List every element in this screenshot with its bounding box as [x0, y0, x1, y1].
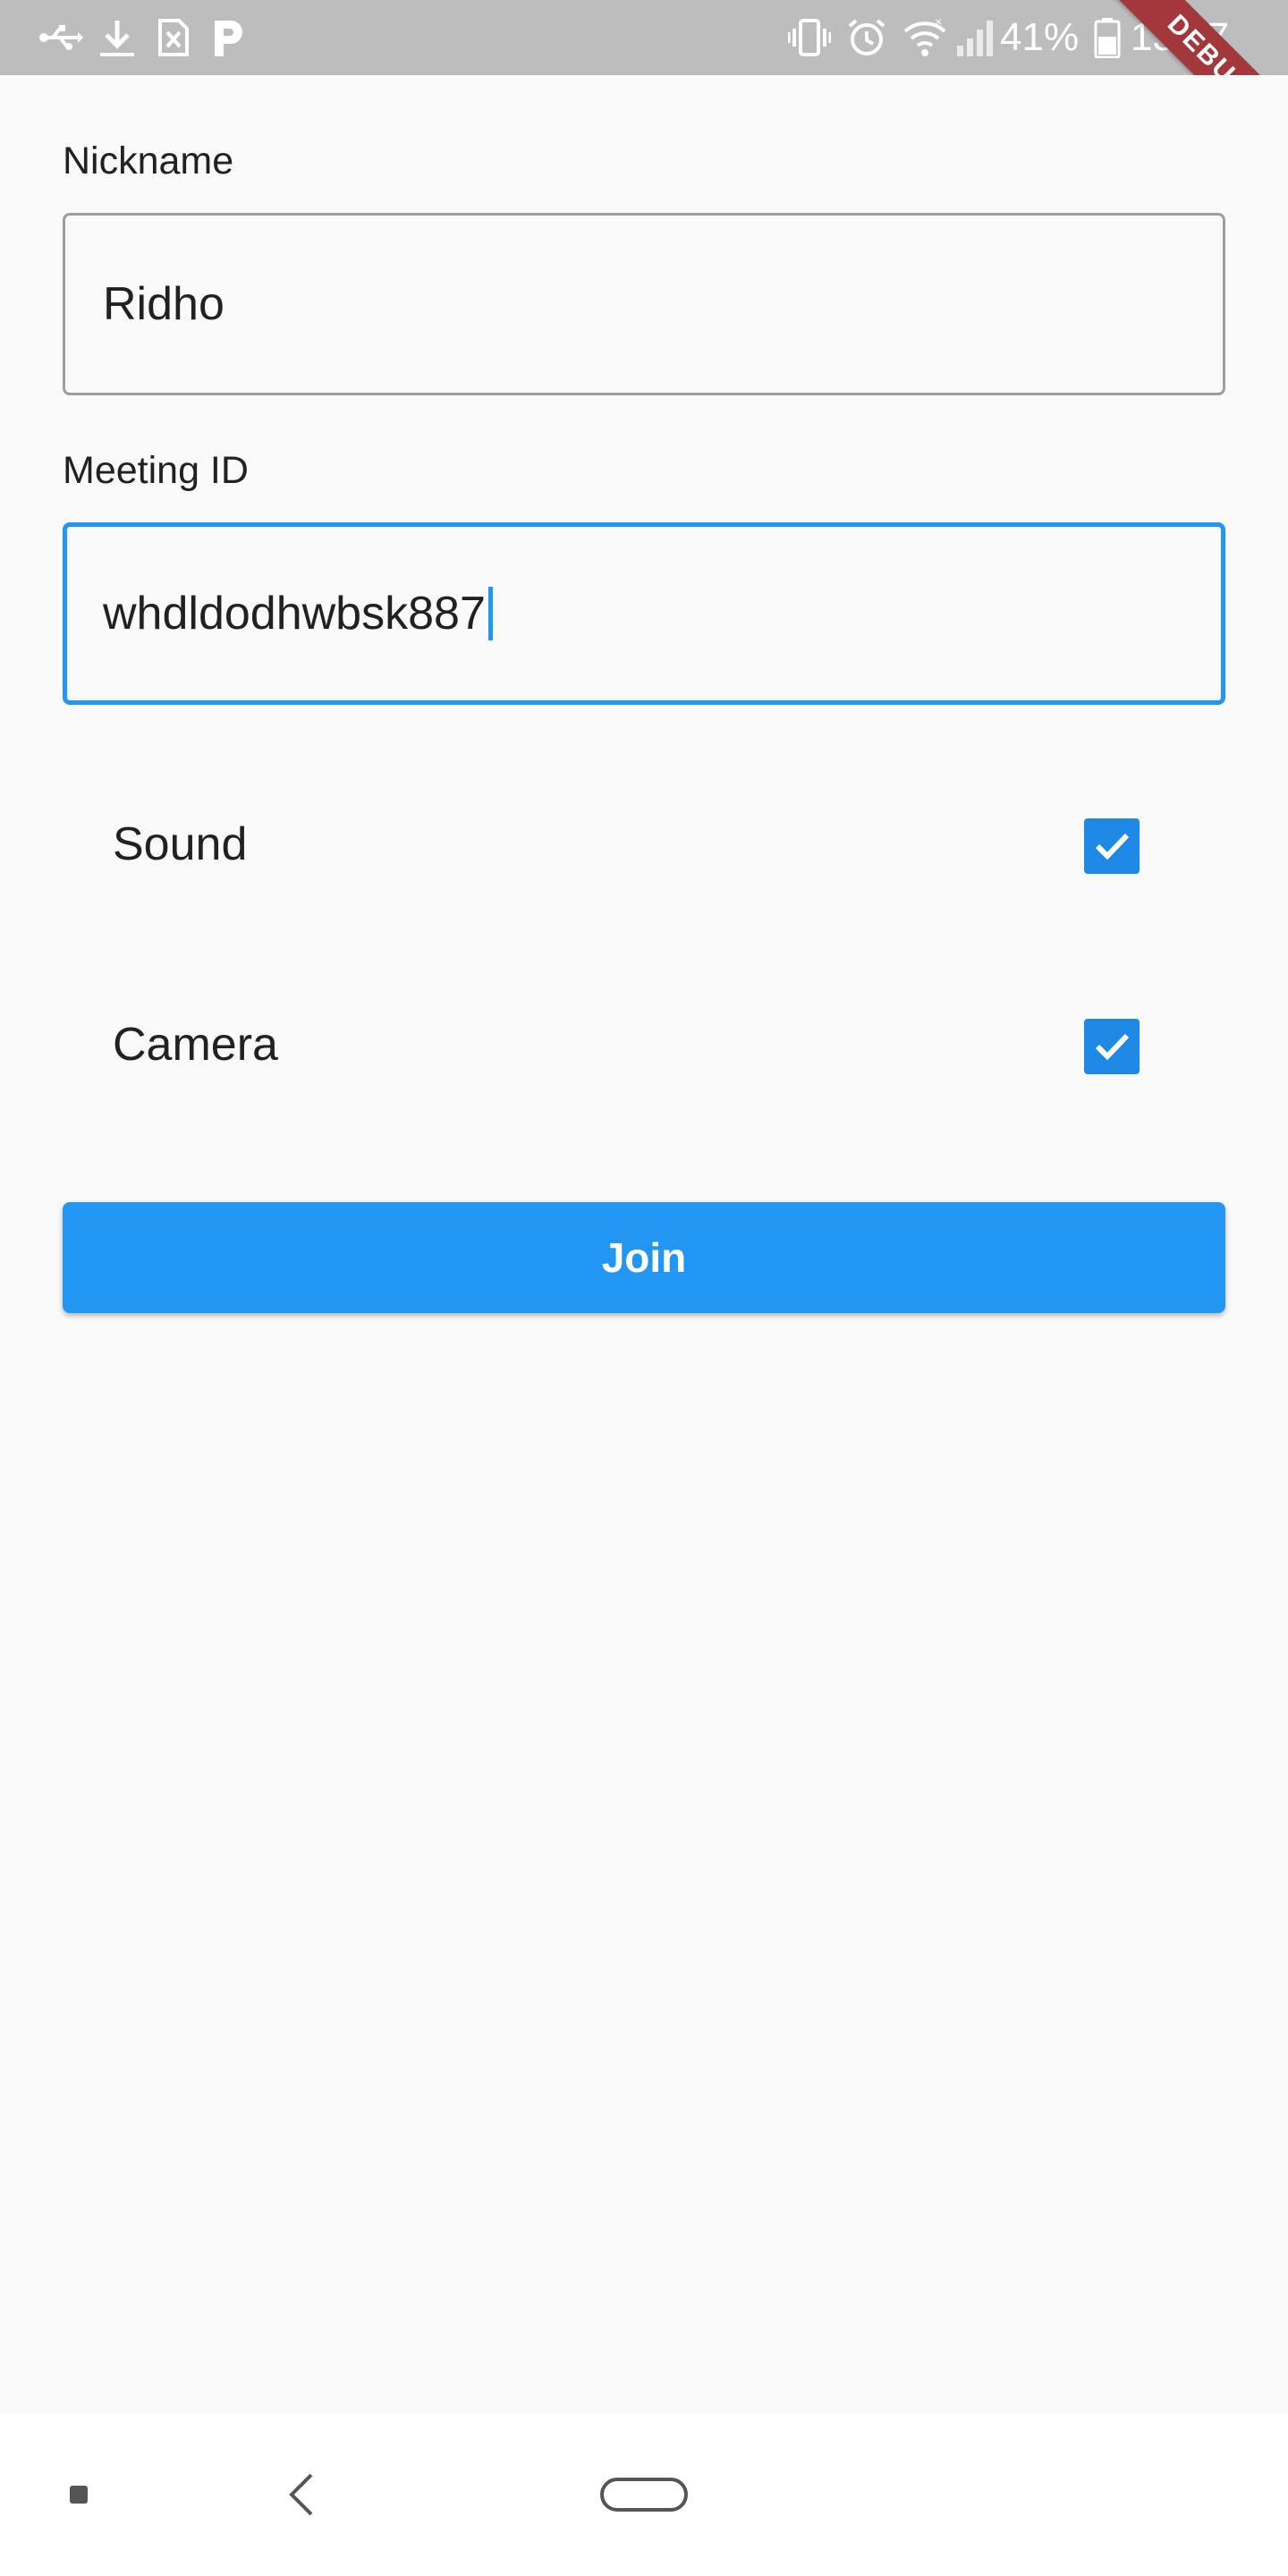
camera-checkbox[interactable]	[1084, 1019, 1140, 1074]
parking-app-icon	[209, 0, 249, 75]
wifi-icon: ×	[902, 0, 948, 75]
camera-option[interactable]: Camera	[63, 991, 1225, 1098]
back-icon[interactable]	[259, 2413, 345, 2576]
battery-percent: 41%	[1000, 15, 1080, 59]
nickname-field[interactable]: Ridho	[63, 213, 1225, 395]
recent-apps-icon[interactable]	[36, 2413, 122, 2576]
sound-checkbox[interactable]	[1084, 818, 1140, 874]
sound-label: Sound	[113, 818, 248, 870]
text-cursor	[487, 587, 493, 640]
download-icon	[95, 0, 140, 75]
navigation-bar	[0, 2413, 1288, 2576]
nickname-label: Nickname	[63, 140, 234, 182]
status-bar: × 41% 13:17 DEBUG	[0, 0, 1288, 75]
alarm-icon	[844, 0, 889, 75]
camera-label: Camera	[113, 1019, 278, 1071]
nickname-value: Ridho	[103, 278, 225, 330]
join-button[interactable]: Join	[63, 1202, 1225, 1313]
debug-banner: DEBUG	[1097, 0, 1288, 75]
svg-text:×: ×	[935, 17, 942, 29]
signal-icon	[953, 0, 998, 75]
sim-error-icon	[154, 0, 193, 75]
meeting-id-label: Meeting ID	[63, 449, 249, 492]
vibrate-icon	[787, 0, 832, 75]
meeting-id-value: whdldodhwbsk887	[103, 588, 486, 640]
home-icon[interactable]	[590, 2413, 698, 2576]
checkmark-icon	[1095, 1033, 1130, 1061]
meeting-id-field[interactable]: whdldodhwbsk887	[63, 522, 1225, 705]
usb-icon	[36, 0, 86, 75]
checkmark-icon	[1095, 833, 1130, 860]
sound-option[interactable]: Sound	[63, 791, 1225, 898]
battery-icon	[1089, 0, 1125, 75]
